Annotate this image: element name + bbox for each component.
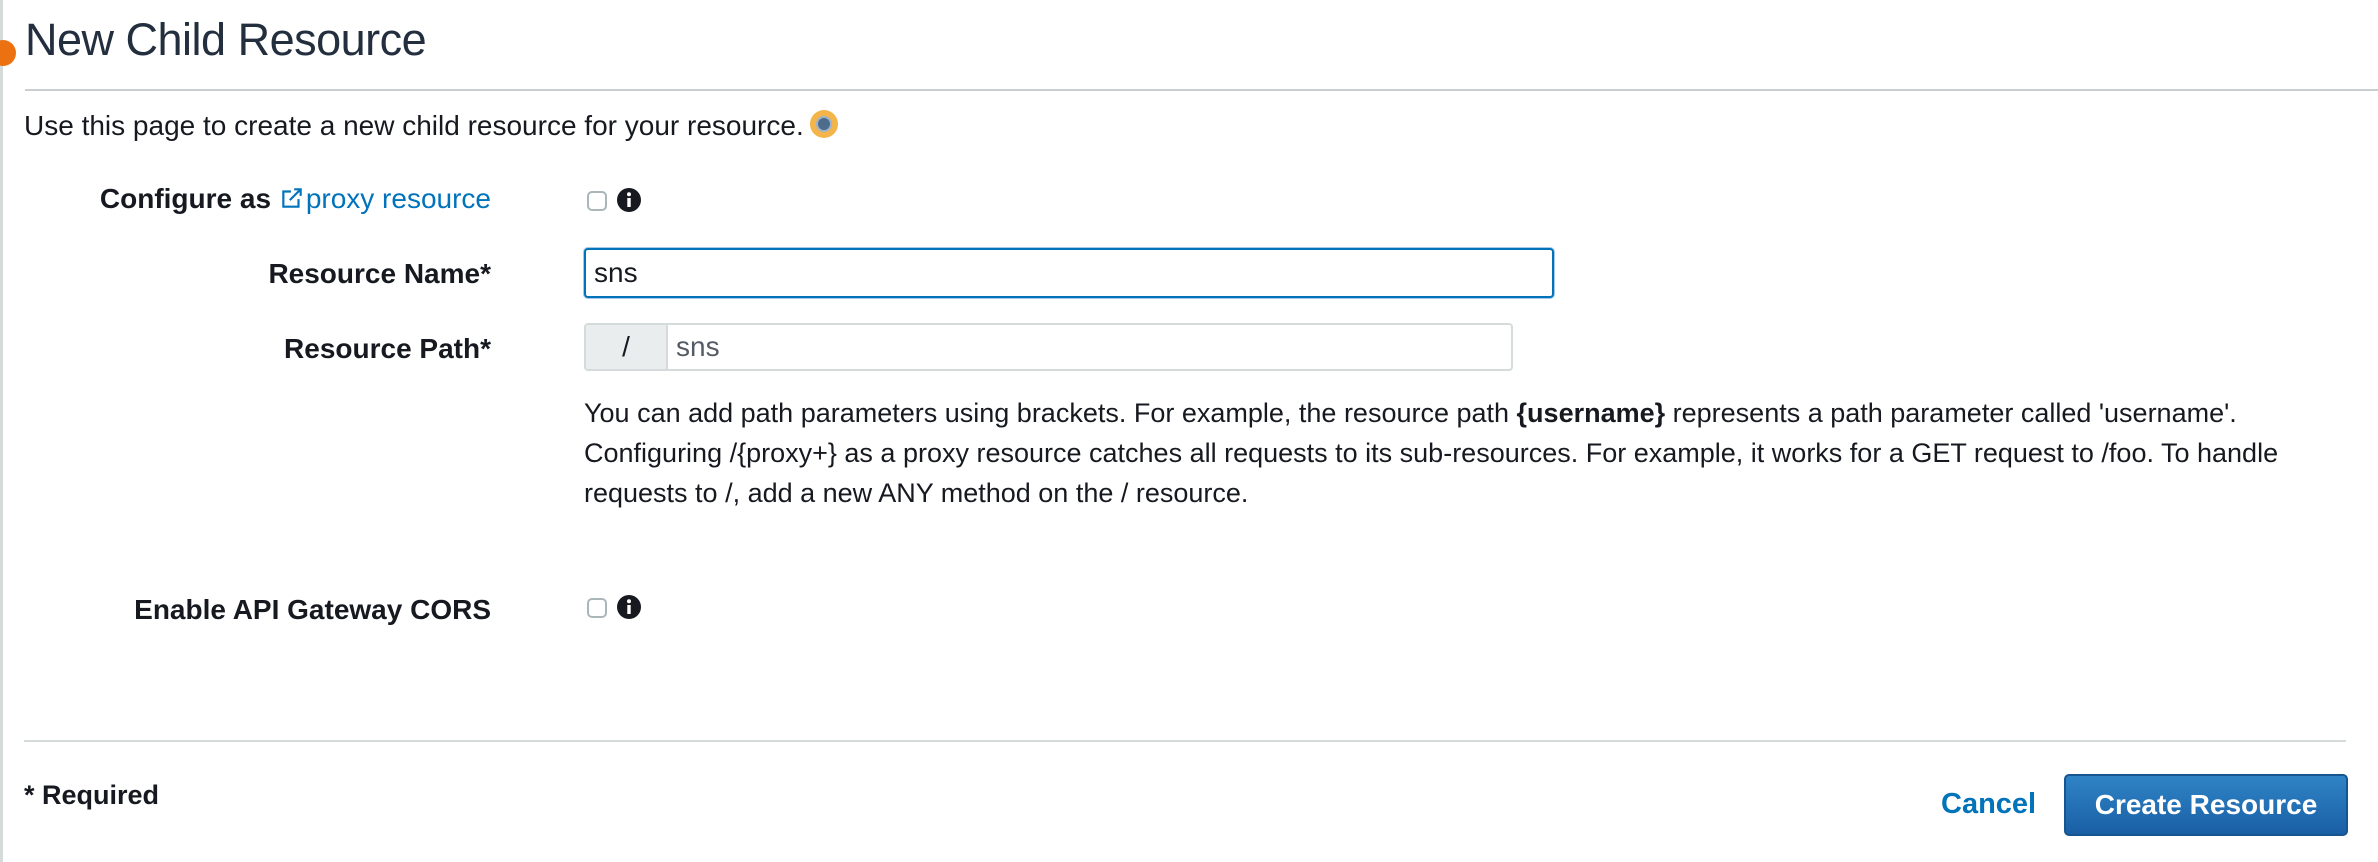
help-bold: {username} bbox=[1516, 398, 1666, 428]
path-help-text: You can add path parameters using bracke… bbox=[584, 393, 2324, 513]
cancel-button[interactable]: Cancel bbox=[1941, 788, 2036, 821]
resource-path-label: Resource Path* bbox=[284, 333, 491, 364]
resource-path-field[interactable]: / sns bbox=[584, 323, 1513, 371]
left-border bbox=[0, 0, 3, 862]
intro-text: Use this page to create a new child reso… bbox=[24, 109, 838, 142]
title-divider bbox=[25, 89, 2378, 91]
proxy-link-text: proxy resource bbox=[305, 183, 491, 214]
resource-name-input[interactable] bbox=[584, 248, 1554, 298]
resource-name-label: Resource Name* bbox=[268, 258, 491, 289]
create-resource-button[interactable]: Create Resource bbox=[2064, 774, 2348, 836]
external-link-icon bbox=[282, 188, 302, 208]
info-icon[interactable] bbox=[616, 187, 642, 213]
proxy-label: Configure as proxy resource bbox=[100, 183, 491, 215]
proxy-label-prefix: Configure as bbox=[99, 183, 272, 214]
resource-path-input[interactable]: sns bbox=[668, 325, 1511, 369]
footer-divider bbox=[24, 740, 2346, 742]
cors-checkbox[interactable] bbox=[587, 598, 607, 618]
cors-label: Enable API Gateway CORS bbox=[134, 594, 491, 625]
orange-indicator-dot bbox=[0, 40, 16, 66]
required-note: * Required bbox=[24, 780, 160, 810]
page-title: New Child Resource bbox=[25, 14, 427, 65]
info-icon[interactable] bbox=[616, 594, 642, 620]
help-beacon-icon[interactable] bbox=[809, 109, 838, 138]
proxy-checkbox[interactable] bbox=[587, 191, 607, 211]
resource-path-prefix: / bbox=[586, 325, 668, 369]
help-part1: You can add path parameters using bracke… bbox=[584, 398, 1517, 428]
intro-label: Use this page to create a new child reso… bbox=[24, 110, 804, 141]
proxy-resource-link[interactable]: proxy resource bbox=[279, 183, 491, 214]
